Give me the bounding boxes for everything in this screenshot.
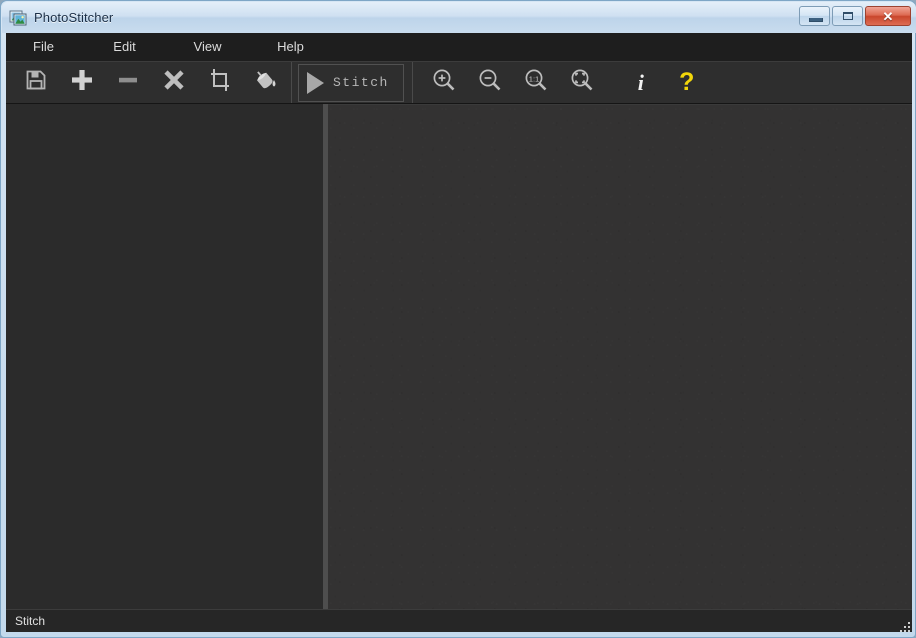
about-button[interactable]: i <box>618 62 664 103</box>
question-mark-icon: ? <box>679 68 695 96</box>
paint-bucket-icon <box>253 67 279 98</box>
menu-item-help[interactable]: Help <box>263 33 318 61</box>
menu-item-file[interactable]: File <box>16 33 71 61</box>
application-window: PhotoStitcher ✕ File Edit View Help Stit… <box>0 0 916 638</box>
resize-grip[interactable] <box>899 621 912 634</box>
minimize-icon <box>809 18 823 22</box>
zoom-out-icon <box>477 67 503 98</box>
toolbar-separator <box>291 62 292 103</box>
zoom-in-icon <box>431 67 457 98</box>
menu-item-edit[interactable]: Edit <box>97 33 152 61</box>
minus-icon <box>115 67 141 98</box>
client-area: File Edit View Help Stitch 1:1 i ? Stitc… <box>6 33 912 632</box>
help-button[interactable]: ? <box>664 62 710 103</box>
photo-stack-icon <box>9 9 27 27</box>
toolbar-separator <box>411 62 413 103</box>
play-triangle-icon <box>307 71 324 94</box>
save-button[interactable] <box>13 62 59 103</box>
maximize-button[interactable] <box>832 6 863 26</box>
delete-button[interactable] <box>151 62 197 103</box>
toolbar: Stitch 1:1 i ? <box>6 61 912 104</box>
image-canvas[interactable] <box>328 104 912 609</box>
crop-icon <box>207 67 233 98</box>
close-button[interactable]: ✕ <box>865 6 911 26</box>
minimize-button[interactable] <box>799 6 830 26</box>
window-controls: ✕ <box>799 6 911 26</box>
work-area <box>6 104 912 609</box>
info-icon: i <box>637 69 644 95</box>
remove-button[interactable] <box>105 62 151 103</box>
fill-button[interactable] <box>243 62 289 103</box>
actual-size-button[interactable]: 1:1 <box>513 62 559 103</box>
close-x-icon <box>161 67 187 98</box>
stitch-button-label: Stitch <box>333 75 389 90</box>
toolbar-separator <box>608 62 610 103</box>
menu-item-view[interactable]: View <box>180 33 235 61</box>
crop-button[interactable] <box>197 62 243 103</box>
status-bar: Stitch <box>6 609 912 632</box>
maximize-icon <box>843 12 853 20</box>
status-message: Stitch <box>15 614 46 628</box>
svg-text:1:1: 1:1 <box>529 74 540 83</box>
thumbnail-panel[interactable] <box>6 104 323 609</box>
zoom-fit-icon <box>569 67 595 98</box>
zoom-actual-size-icon: 1:1 <box>523 67 549 98</box>
close-icon: ✕ <box>882 8 894 24</box>
fit-to-window-button[interactable] <box>559 62 605 103</box>
zoom-out-button[interactable] <box>467 62 513 103</box>
stitch-button[interactable]: Stitch <box>298 63 404 102</box>
add-button[interactable] <box>59 62 105 103</box>
menu-bar: File Edit View Help <box>6 33 912 61</box>
plus-icon <box>69 67 95 98</box>
zoom-in-button[interactable] <box>421 62 467 103</box>
window-title: PhotoStitcher <box>34 10 114 25</box>
save-floppy-icon <box>24 68 48 97</box>
title-bar[interactable]: PhotoStitcher ✕ <box>2 2 916 33</box>
